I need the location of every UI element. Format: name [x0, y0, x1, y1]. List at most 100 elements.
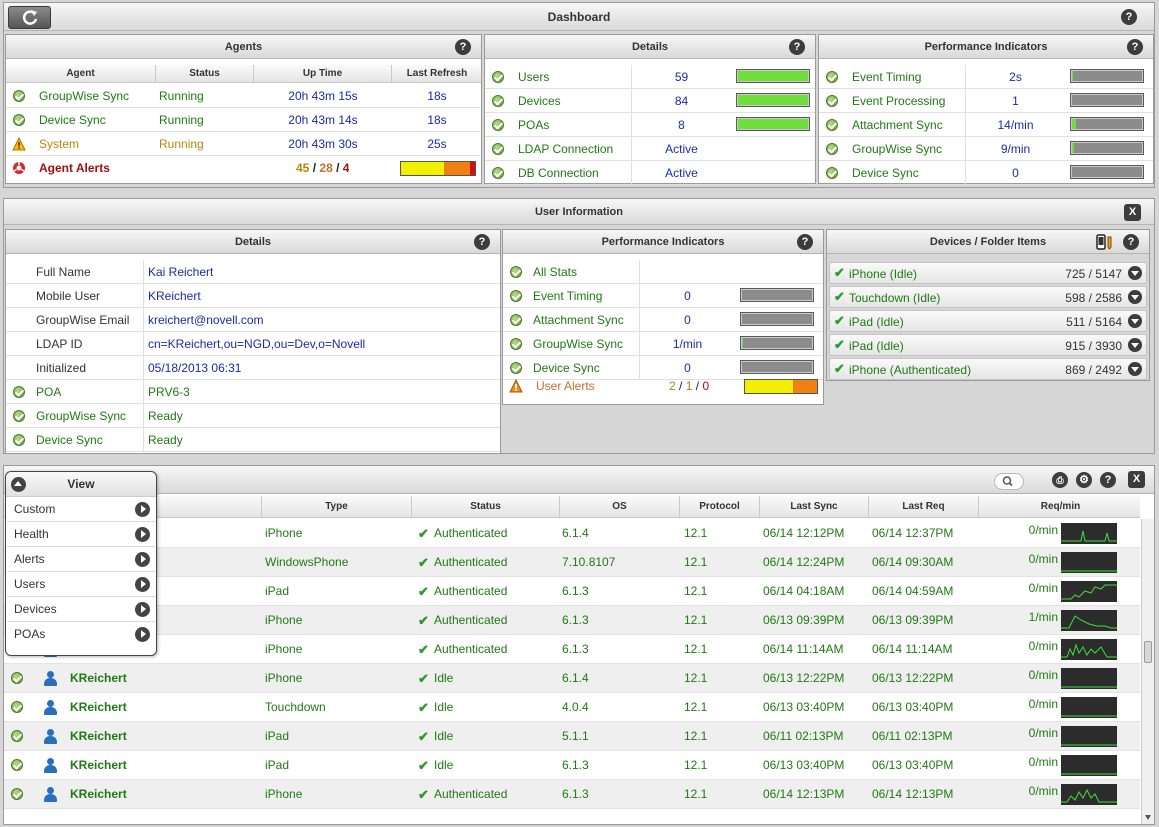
- user-perf-row[interactable]: Attachment Sync 0: [503, 308, 823, 332]
- check-icon: ✔: [418, 787, 429, 802]
- table-row[interactable]: KReichert iPhone ✔ Authenticated 6.1.3 1…: [4, 780, 1140, 809]
- table-row[interactable]: KPalagin iPhone ✔ Authenticated 6.1.3 12…: [4, 635, 1140, 664]
- device-folder-item[interactable]: ✔ Touchdown (Idle) 598 / 2586: [829, 286, 1147, 308]
- list-close-button[interactable]: X: [1128, 471, 1145, 488]
- details-help-icon[interactable]: ?: [789, 39, 805, 55]
- list-help-icon[interactable]: ?: [1100, 472, 1116, 488]
- list-last-sync: 06/11 02:13PM: [763, 729, 844, 743]
- ok-icon: [13, 114, 25, 126]
- details-label: DB Connection: [518, 166, 599, 180]
- list-scrollbar[interactable]: [1141, 519, 1154, 824]
- agent-alerts-row[interactable]: Agent Alerts 45 / 28 / 4: [6, 156, 481, 180]
- chevron-down-icon[interactable]: [1128, 290, 1142, 304]
- table-row[interactable]: KReichert iPad ✔ Idle 5.1.1 12.1 06/11 0…: [4, 722, 1140, 751]
- device-folder-item[interactable]: ✔ iPhone (Authenticated) 869 / 2492: [829, 358, 1147, 380]
- agent-row[interactable]: Device Sync Running 20h 43m 14s 18s: [6, 108, 481, 132]
- col-last-refresh[interactable]: Last Refresh: [392, 65, 482, 83]
- chevron-down-icon[interactable]: [1128, 266, 1142, 280]
- user-detail-value: PRV6-3: [143, 380, 190, 404]
- gear-icon[interactable]: ⚙: [1076, 472, 1092, 488]
- view-menu-header[interactable]: View: [6, 472, 156, 497]
- user-perf-row[interactable]: All Stats: [503, 260, 823, 284]
- view-menu[interactable]: View Custom Health Alerts Users Devices POAs: [5, 471, 157, 656]
- details-label: POAs: [518, 118, 550, 132]
- view-menu-item[interactable]: Users: [7, 572, 155, 597]
- table-row[interactable]: iPhone ✔ Authenticated 6.1.4 12.1 06/14 …: [4, 519, 1140, 548]
- view-menu-item[interactable]: Devices: [7, 597, 155, 622]
- phone-edit-icon[interactable]: [1095, 234, 1113, 250]
- user-detail-row[interactable]: Device Sync Ready: [6, 428, 500, 452]
- user-detail-row[interactable]: Initialized 05/18/2013 06:31: [6, 356, 500, 380]
- col-last-req[interactable]: Last Req: [869, 496, 979, 518]
- col-type[interactable]: Type: [262, 496, 412, 518]
- device-folder-item[interactable]: ✔ iPad (Idle) 915 / 3930: [829, 334, 1147, 356]
- perf-row[interactable]: Event Processing 1: [819, 89, 1153, 113]
- chevron-down-icon[interactable]: [1128, 314, 1142, 328]
- user-details-help-icon[interactable]: ?: [474, 234, 490, 250]
- devices-help-icon[interactable]: ?: [1123, 234, 1139, 250]
- details-row[interactable]: Devices 84: [485, 89, 815, 113]
- user-perf-row[interactable]: GroupWise Sync 1/min: [503, 332, 823, 356]
- user-detail-row[interactable]: Full Name Kai Reichert: [6, 260, 500, 284]
- scroll-down-icon[interactable]: [1145, 815, 1151, 820]
- perf-row[interactable]: Attachment Sync 14/min: [819, 113, 1153, 137]
- agent-row[interactable]: GroupWise Sync Running 20h 43m 15s 18s: [6, 84, 481, 108]
- user-detail-row[interactable]: GroupWise Sync Ready: [6, 404, 500, 428]
- perf-row[interactable]: Event Timing 2s: [819, 65, 1153, 89]
- view-menu-item[interactable]: Health: [7, 522, 155, 547]
- user-perf-row[interactable]: Event Timing 0: [503, 284, 823, 308]
- dashboard-help-icon[interactable]: ?: [1121, 9, 1137, 25]
- user-detail-row[interactable]: GroupWise Email kreichert@novell.com: [6, 308, 500, 332]
- ok-icon: [11, 672, 23, 684]
- user-detail-row[interactable]: POA PRV6-3: [6, 380, 500, 404]
- export-icon[interactable]: ⎙: [1052, 472, 1068, 488]
- device-folder-item[interactable]: ✔ iPhone (Idle) 725 / 5147: [829, 262, 1147, 284]
- ok-icon: [826, 71, 838, 83]
- user-perf-bar: [740, 336, 814, 350]
- view-menu-item[interactable]: Custom: [7, 497, 155, 522]
- user-detail-row[interactable]: Mobile User KReichert: [6, 284, 500, 308]
- view-menu-item[interactable]: POAs: [7, 622, 155, 647]
- col-agent[interactable]: Agent: [6, 65, 156, 83]
- user-info-close-button[interactable]: X: [1124, 204, 1141, 221]
- perf-row[interactable]: GroupWise Sync 9/min: [819, 137, 1153, 161]
- perf-row[interactable]: Device Sync 0: [819, 161, 1153, 185]
- col-uptime[interactable]: Up Time: [254, 65, 392, 83]
- list-last-sync: 06/13 03:40PM: [763, 700, 845, 714]
- list-search-field[interactable]: [994, 473, 1024, 490]
- user-perf-help-icon[interactable]: ?: [797, 234, 813, 250]
- alerts-sep: /: [336, 161, 340, 175]
- col-req-min[interactable]: Req/min: [979, 496, 1142, 518]
- table-row[interactable]: KReichert iPhone ✔ Idle 6.1.4 12.1 06/13…: [4, 664, 1140, 693]
- agent-row[interactable]: System Running 20h 43m 30s 25s: [6, 132, 481, 156]
- user-alerts-bar: [744, 379, 818, 394]
- col-last-sync[interactable]: Last Sync: [760, 496, 869, 518]
- details-row[interactable]: POAs 8: [485, 113, 815, 137]
- table-row[interactable]: KReichert iPad ✔ Idle 6.1.3 12.1 06/13 0…: [4, 751, 1140, 780]
- col-os[interactable]: OS: [560, 496, 680, 518]
- details-row[interactable]: Users 59: [485, 65, 815, 89]
- col-protocol[interactable]: Protocol: [680, 496, 760, 518]
- col-status[interactable]: Status: [412, 496, 560, 518]
- chevron-down-icon[interactable]: [1128, 362, 1142, 376]
- user-alerts-row[interactable]: User Alerts 2 / 1 / 0: [503, 374, 823, 398]
- table-row[interactable]: iPhone ✔ Authenticated 6.1.3 12.1 06/13 …: [4, 606, 1140, 635]
- performance-help-icon[interactable]: ?: [1127, 39, 1143, 55]
- chevron-down-icon[interactable]: [1128, 338, 1142, 352]
- details-row[interactable]: LDAP Connection Active: [485, 137, 815, 161]
- details-row[interactable]: DB Connection Active: [485, 161, 815, 185]
- user-detail-row[interactable]: LDAP ID cn=KReichert,ou=NGD,ou=Dev,o=Nov…: [6, 332, 500, 356]
- refresh-button[interactable]: [8, 6, 51, 29]
- scrollbar-thumb[interactable]: [1144, 641, 1152, 663]
- device-folder-item[interactable]: ✔ iPad (Idle) 511 / 5164: [829, 310, 1147, 332]
- table-row[interactable]: iPad ✔ Authenticated 6.1.3 12.1 06/14 04…: [4, 577, 1140, 606]
- list-column-headers: Type Status OS Protocol Last Sync Last R…: [4, 496, 1140, 518]
- perf-bar: [1070, 117, 1144, 131]
- agent-status: Running: [159, 89, 204, 103]
- chevron-right-icon: [135, 627, 150, 642]
- col-status[interactable]: Status: [156, 65, 254, 83]
- agents-help-icon[interactable]: ?: [455, 39, 471, 55]
- table-row[interactable]: WindowsPhone ✔ Authenticated 7.10.8107 1…: [4, 548, 1140, 577]
- table-row[interactable]: KReichert Touchdown ✔ Idle 4.0.4 12.1 06…: [4, 693, 1140, 722]
- view-menu-item[interactable]: Alerts: [7, 547, 155, 572]
